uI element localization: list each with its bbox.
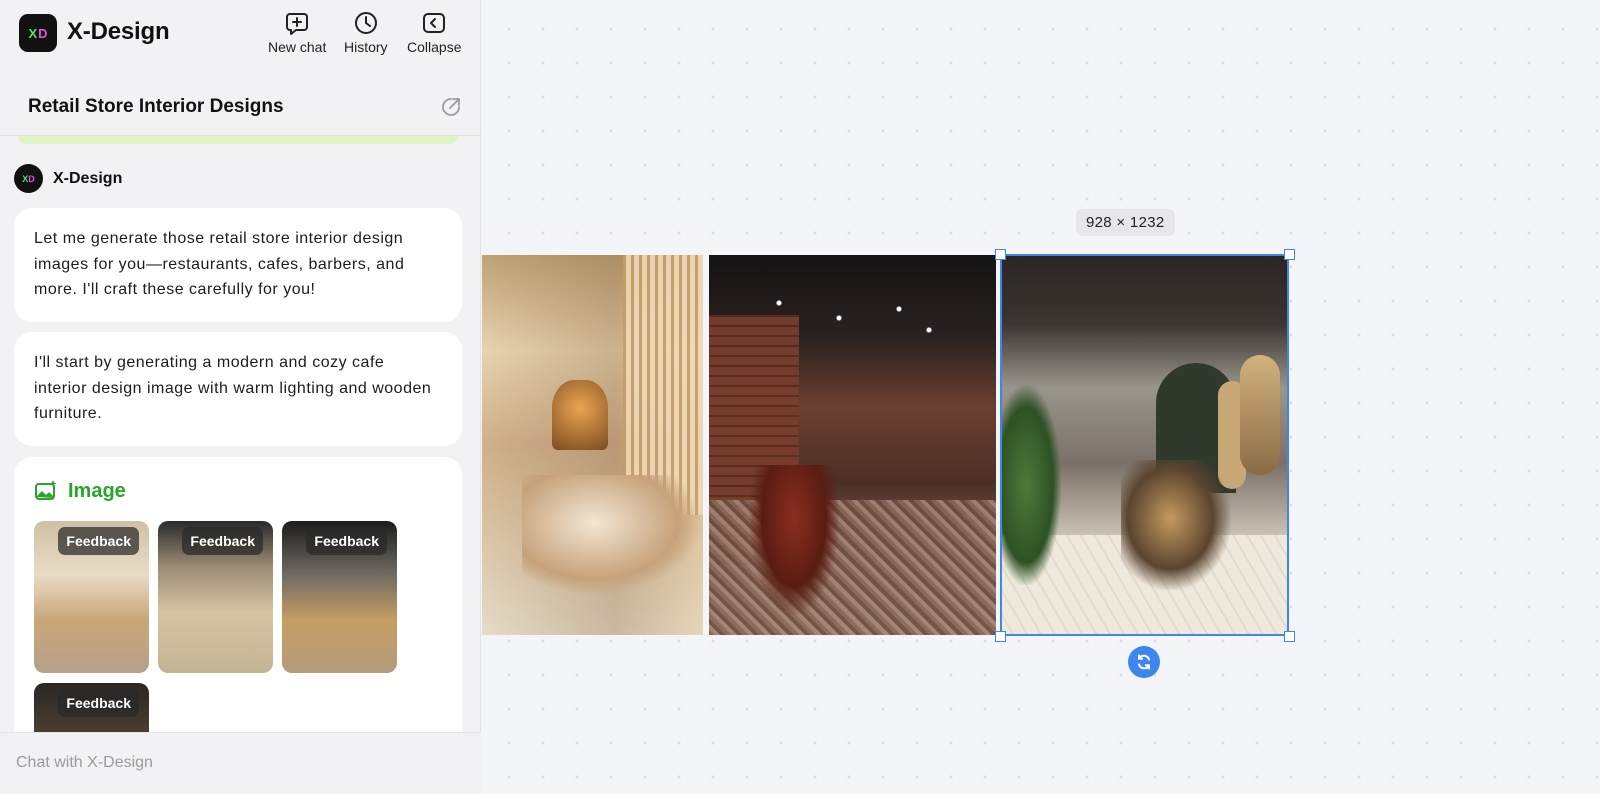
new-chat-icon (286, 13, 309, 35)
regenerate-button[interactable] (1128, 646, 1160, 678)
canvas-image-barber[interactable] (709, 255, 996, 635)
logo-mark: XD (28, 25, 48, 41)
canvas-image-barber-selected[interactable] (1001, 255, 1288, 635)
design-canvas[interactable]: 928 × 1232 (482, 0, 1600, 794)
image-detail (749, 285, 949, 345)
generated-thumbnail[interactable]: Feedback (34, 683, 149, 732)
new-chat-label: New chat (268, 39, 327, 55)
generated-thumbnail[interactable]: Feedback (158, 521, 273, 673)
share-icon[interactable] (439, 95, 463, 119)
assistant-name: X-Design (53, 169, 123, 187)
collapse-icon (423, 13, 446, 33)
chat-sidebar: XD X-Design New chat History Collapse Re… (0, 0, 481, 794)
history-button[interactable]: History (344, 10, 388, 55)
image-detail (1121, 460, 1231, 590)
session-header: Retail Store Interior Designs (0, 86, 481, 136)
feedback-button[interactable]: Feedback (58, 527, 139, 555)
canvas-image-cafe[interactable] (482, 255, 703, 635)
image-dimensions-badge: 928 × 1232 (1076, 209, 1175, 236)
image-detail (552, 380, 608, 450)
chat-messages[interactable]: XD X-Design Let me generate those retail… (0, 137, 481, 732)
collapse-label: Collapse (407, 39, 462, 55)
assistant-message: Let me generate those retail store inter… (14, 208, 462, 322)
image-detail (522, 475, 702, 595)
chat-composer (0, 732, 481, 794)
feedback-button[interactable]: Feedback (182, 527, 263, 555)
refresh-icon (1138, 654, 1150, 670)
assistant-avatar: XD (14, 164, 43, 193)
image-detail (1001, 385, 1061, 585)
resize-handle-bottom-right[interactable] (1284, 631, 1295, 642)
resize-handle-top-left[interactable] (995, 249, 1006, 260)
assistant-message: I'll start by generating a modern and co… (14, 332, 462, 446)
image-detail (1240, 355, 1280, 475)
assistant-header: XD X-Design (14, 164, 122, 193)
brand-name: X-Design (67, 18, 170, 45)
generated-thumbnail[interactable]: Feedback (282, 521, 397, 673)
image-card-header: Image (34, 479, 126, 503)
history-label: History (344, 39, 388, 55)
image-detail (749, 465, 839, 615)
resize-handle-top-right[interactable] (1284, 249, 1295, 260)
feedback-button[interactable]: Feedback (58, 689, 139, 717)
generated-thumbnail[interactable]: Feedback (34, 521, 149, 673)
previous-message-edge (18, 136, 458, 144)
image-card-title: Image (68, 479, 126, 502)
image-result-card: Image Feedback Feedback Feedback Feedbac… (14, 457, 462, 732)
chat-input[interactable] (16, 749, 456, 777)
collapse-button[interactable]: Collapse (407, 10, 461, 55)
feedback-button[interactable]: Feedback (306, 527, 387, 555)
session-title: Retail Store Interior Designs (28, 96, 284, 117)
clock-icon (354, 12, 377, 34)
x-design-logo[interactable]: XD (19, 14, 57, 52)
sidebar-topbar: XD X-Design New chat History Collapse (0, 0, 481, 68)
new-chat-button[interactable]: New chat (268, 10, 326, 55)
resize-handle-bottom-left[interactable] (995, 631, 1006, 642)
image-sparkle-icon (35, 480, 57, 500)
